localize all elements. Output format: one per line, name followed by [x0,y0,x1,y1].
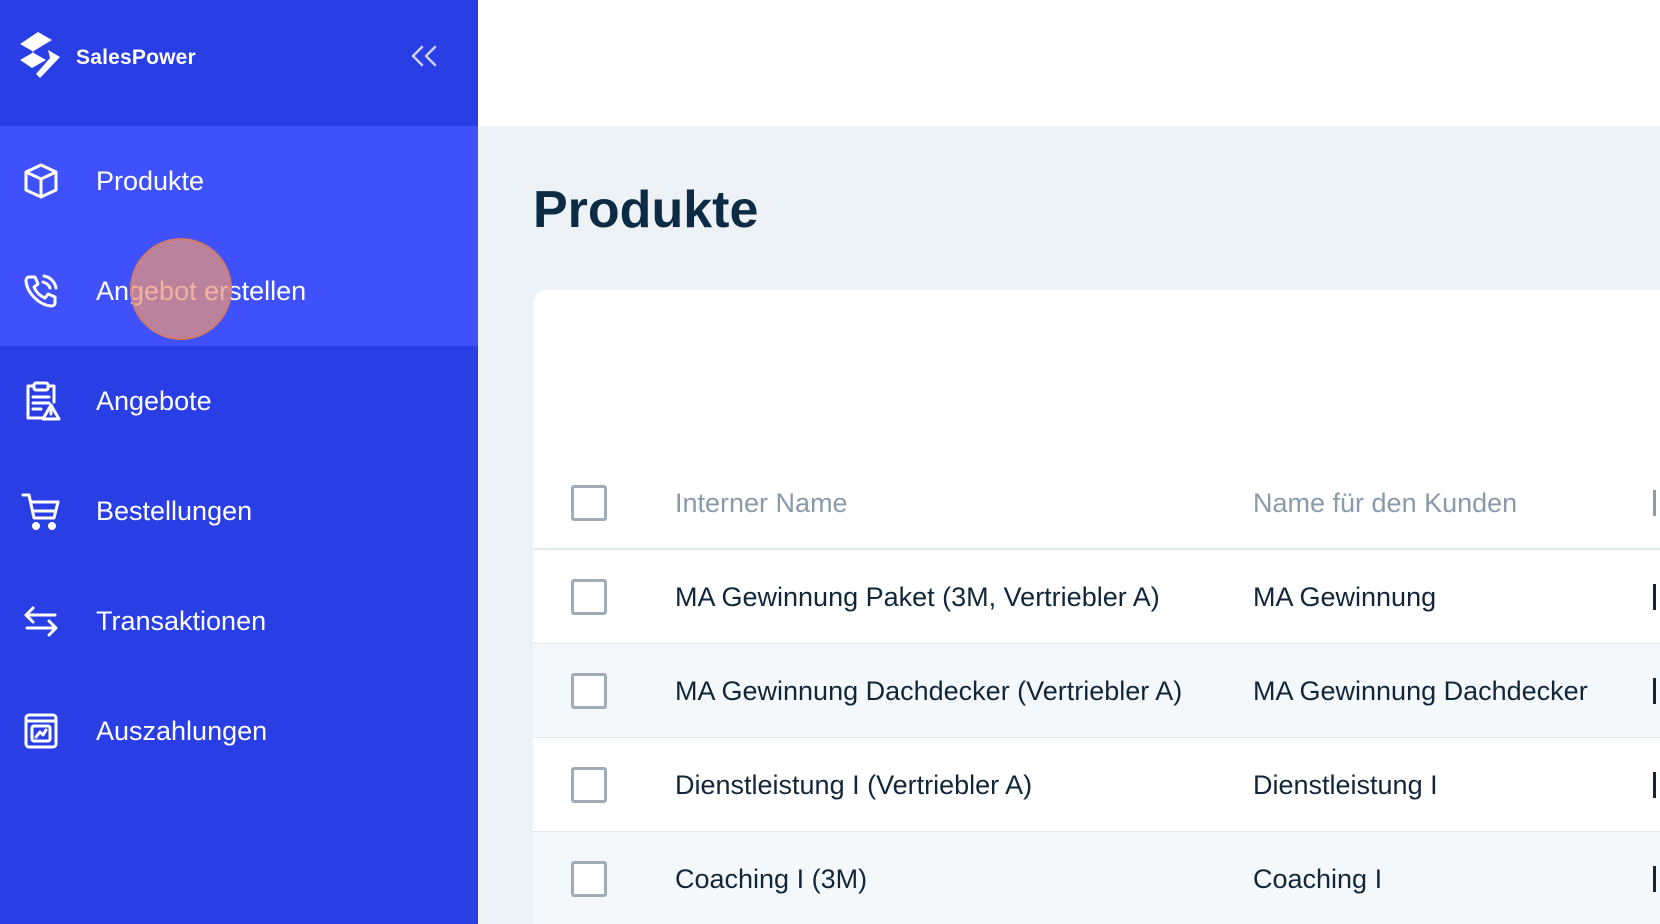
sidebar-item-bestellungen[interactable]: Bestellungen [0,456,478,566]
cell-customer-name: MA Gewinnung Dachdecker [1253,675,1588,706]
box-icon [20,160,62,202]
phone-icon [20,270,62,312]
collapse-sidebar-button[interactable] [404,38,444,74]
row-checkbox[interactable] [571,579,607,615]
cell-internal-name: MA Gewinnung Dachdecker (Vertriebler A) [675,675,1183,706]
row-checkbox[interactable] [571,673,607,709]
column-header-customer-name[interactable]: Name für den Kunden [1253,456,1517,550]
row-checkbox[interactable] [571,861,607,897]
sidebar-item-transaktionen[interactable]: Transaktionen [0,566,478,676]
sidebar-item-label: Transaktionen [96,605,267,636]
page-title: Produkte [533,181,759,239]
cell-customer-name: Coaching I [1253,863,1383,894]
next-column-edge [1653,490,1656,516]
next-column-edge [1653,584,1656,610]
sidebar-item-label: Angebot erstellen [96,275,307,306]
sidebar-item-label: Produkte [96,165,205,196]
select-all-checkbox[interactable] [571,485,607,521]
chevrons-left-icon [411,45,437,67]
sidebar-item-label: Angebote [96,385,212,416]
cell-internal-name: Dienstleistung I (Vertriebler A) [675,769,1033,800]
table-row[interactable]: Dienstleistung I (Vertriebler A) Dienstl… [533,738,1660,832]
sidebar-item-auszahlungen[interactable]: Auszahlungen [0,676,478,786]
top-bar [478,0,1660,126]
next-column-edge [1653,678,1656,704]
salespower-logo-icon [20,32,60,78]
sidebar-item-produkte[interactable]: Produkte [0,126,478,236]
cart-icon [20,490,62,532]
payout-icon [20,710,62,752]
brand-name: SalesPower [76,46,196,69]
sidebar-item-angebote[interactable]: Angebote [0,346,478,456]
sidebar: SalesPower Produkte Angebot erstellen An… [0,0,478,924]
next-column-edge [1653,772,1656,798]
sidebar-item-angebot-erstellen[interactable]: Angebot erstellen [0,236,478,346]
table-header: Interner Name Name für den Kunden [533,456,1660,550]
brand: SalesPower [0,0,478,126]
arrows-exchange-icon [20,600,62,642]
cell-internal-name: Coaching I (3M) [675,863,868,894]
cell-customer-name: MA Gewinnung [1253,581,1437,612]
sidebar-item-label: Auszahlungen [96,715,268,746]
cell-internal-name: MA Gewinnung Paket (3M, Vertriebler A) [675,581,1160,612]
column-header-internal-name[interactable]: Interner Name [675,456,848,550]
clipboard-warning-icon [20,380,62,422]
table-row[interactable]: MA Gewinnung Dachdecker (Vertriebler A) … [533,644,1660,738]
cell-customer-name: Dienstleistung I [1253,769,1438,800]
next-column-edge [1653,866,1656,892]
row-checkbox[interactable] [571,767,607,803]
table-row[interactable]: Coaching I (3M) Coaching I [533,832,1660,924]
sidebar-item-label: Bestellungen [96,495,253,526]
table-row[interactable]: MA Gewinnung Paket (3M, Vertriebler A) M… [533,550,1660,644]
